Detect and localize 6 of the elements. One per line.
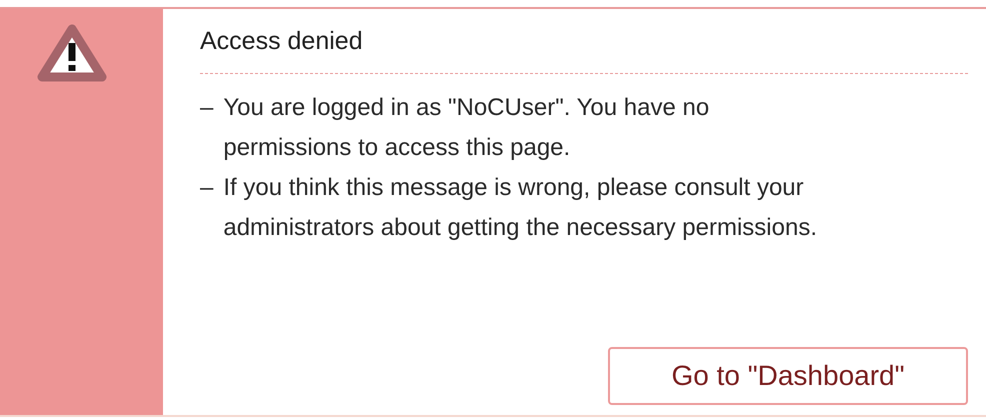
alert-title: Access denied: [200, 26, 364, 57]
message-text: If you think this message is wrong, please consult your administrators about getting the necessary permissions.: [223, 173, 818, 243]
dashboard-button[interactable]: Go to "Dashboard": [608, 347, 968, 405]
message-text: You are logged in as "NoCUser". You have no permissions to access this page.: [223, 93, 710, 163]
list-marker: –: [200, 173, 214, 203]
list-marker: –: [200, 93, 214, 123]
